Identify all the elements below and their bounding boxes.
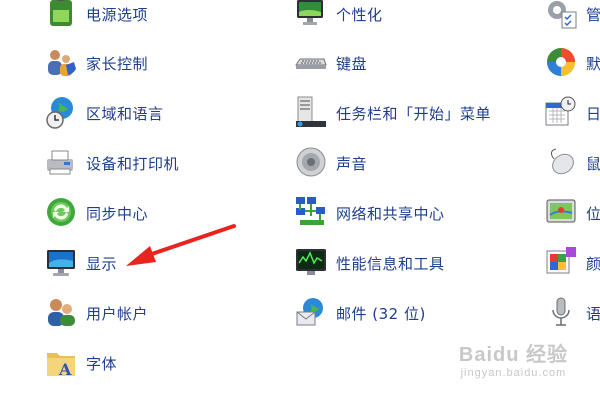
cp-item-label: 电源选项 [86, 5, 149, 24]
cp-item-power-options[interactable]: 电源选项 [50, 0, 149, 34]
watermark: Baidu 经验 jingyan.baidu.com [459, 338, 568, 379]
cp-item-label: 网络和共享中心 [336, 204, 445, 223]
cp-item-user-accounts[interactable]: 用户帐户 [48, 293, 149, 333]
cp-item-label: 位 [586, 204, 600, 223]
cp-item-label: 键盘 [336, 54, 368, 73]
cp-item-label: 默 [586, 54, 600, 73]
cp-item-color-management[interactable]: 颜 [546, 243, 600, 283]
cp-item-label: 同步中心 [86, 204, 149, 223]
default-programs-icon [544, 45, 578, 79]
cp-item-fonts[interactable]: A 字体 [47, 343, 118, 383]
cp-item-label: 语 [586, 304, 600, 323]
cp-item-taskbar-start-menu[interactable]: 任务栏和「开始」菜单 [296, 93, 492, 133]
watermark-main: Baidu 经验 [458, 344, 568, 366]
cp-item-devices-printers[interactable]: 设备和打印机 [47, 143, 180, 183]
location-icon [544, 195, 578, 229]
cp-item-label: 区域和语言 [86, 104, 164, 123]
cp-item-keyboard[interactable]: 键盘 [295, 43, 368, 83]
color-management-icon [544, 245, 578, 279]
cp-item-label: 性能信息和工具 [336, 254, 445, 273]
cp-item-display[interactable]: 显示 [47, 243, 118, 283]
performance-icon [294, 245, 328, 279]
cp-item-label: 声音 [336, 154, 368, 173]
microphone-icon [544, 295, 578, 329]
users-icon [44, 295, 78, 329]
cp-item-label: 管 [586, 5, 600, 24]
cp-item-sound[interactable]: 声音 [296, 143, 368, 183]
cp-item-label: 邮件 (32 位) [336, 304, 426, 323]
cp-item-mouse[interactable]: 鼠 [550, 143, 600, 183]
admin-tools-icon [544, 0, 578, 30]
battery-icon [44, 0, 78, 30]
cp-item-date-time[interactable]: 日 [545, 93, 600, 133]
svg-text:A: A [58, 360, 72, 379]
cp-item-label: 设备和打印机 [86, 154, 180, 173]
cp-item-label: 颜 [586, 254, 600, 273]
network-icon [294, 195, 328, 229]
taskbar-icon [294, 95, 328, 129]
cp-item-label: 个性化 [336, 5, 383, 24]
cp-item-sync-center[interactable]: 同步中心 [47, 193, 149, 233]
region-globe-icon [44, 95, 78, 129]
sync-icon [44, 195, 78, 229]
cp-item-mail[interactable]: 邮件 (32 位) [296, 293, 426, 333]
keyboard-icon [294, 45, 328, 79]
calendar-clock-icon [544, 95, 578, 129]
cp-item-label: 鼠 [586, 154, 600, 173]
cp-item-network-sharing[interactable]: 网络和共享中心 [296, 193, 445, 233]
cp-item-label: 日 [586, 104, 600, 123]
cp-item-personalization[interactable]: 个性化 [297, 0, 383, 34]
printer-icon [44, 145, 78, 179]
cp-item-location[interactable]: 位 [546, 193, 600, 233]
cp-item-parental-controls[interactable]: 家长控制 [48, 43, 149, 83]
cp-item-performance[interactable]: 性能信息和工具 [296, 243, 445, 283]
parental-controls-icon [44, 45, 78, 79]
mouse-icon [544, 145, 578, 179]
cp-item-label: 用户帐户 [86, 304, 149, 323]
font-folder-icon: A [44, 345, 78, 379]
cp-item-label: 任务栏和「开始」菜单 [336, 104, 492, 123]
cp-item-default-programs[interactable]: 默 [547, 43, 600, 83]
mail-icon [294, 295, 328, 329]
watermark-sub: jingyan.baidu.com [460, 367, 567, 379]
cp-item-label: 显示 [86, 254, 118, 273]
personalization-icon [294, 0, 328, 30]
cp-item-region-language[interactable]: 区域和语言 [46, 93, 164, 133]
cp-item-label: 字体 [86, 354, 118, 373]
cp-item-label: 家长控制 [86, 54, 149, 73]
monitor-icon [44, 245, 78, 279]
cp-item-speech[interactable]: 语 [552, 293, 600, 333]
cp-item-admin-tools[interactable]: 管 [548, 0, 600, 34]
speaker-icon [294, 145, 328, 179]
